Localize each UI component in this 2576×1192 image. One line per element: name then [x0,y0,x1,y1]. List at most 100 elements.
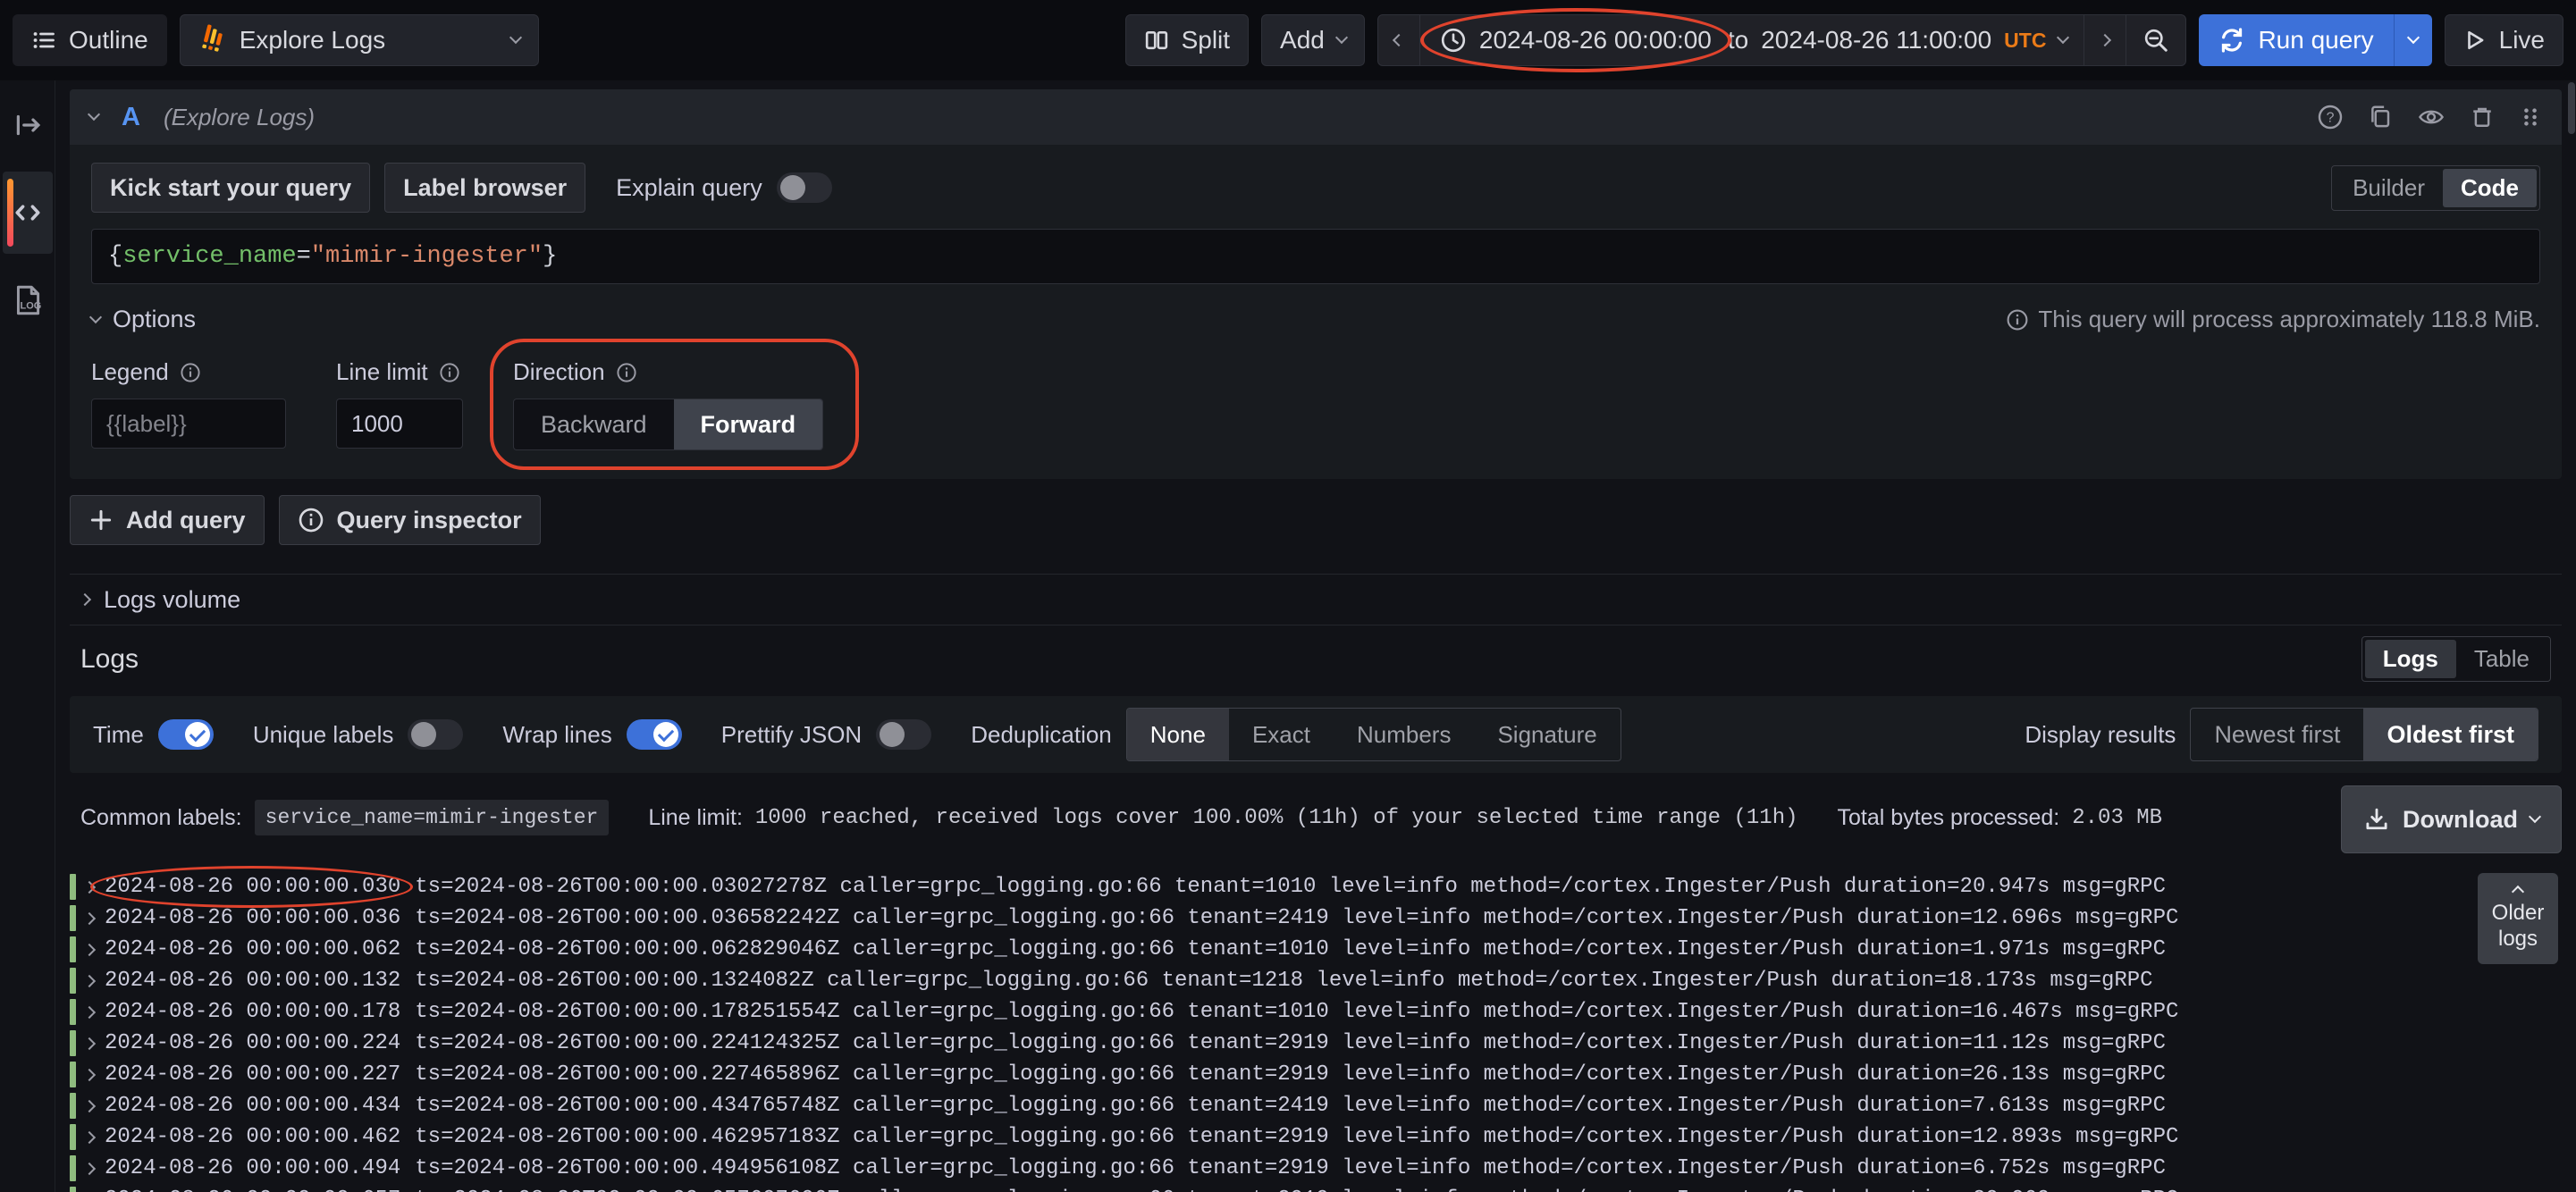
info-circle-icon [298,507,324,533]
query-ref-id: A [122,103,140,132]
older-logs-button[interactable]: Older logs [2478,873,2558,964]
live-label: Live [2499,26,2545,55]
loki-logo-icon [198,24,227,56]
log-row[interactable]: 2024-08-26 00:00:00.062 ts=2024-08-26T00… [70,934,2562,965]
timezone-label: UTC [2004,29,2046,53]
log-timestamp: 2024-08-26 00:00:00.030 [105,875,400,899]
help-icon[interactable]: ? [2317,104,2344,130]
plus-icon [88,508,114,533]
delete-icon[interactable] [2469,104,2496,130]
arrow-to-right-icon [13,110,43,140]
expand-row-icon[interactable] [85,883,94,892]
expand-row-icon[interactable] [85,1164,94,1173]
app-picker-dropdown[interactable]: Explore Logs [180,14,539,66]
logs-view-tab[interactable]: Logs [2365,640,2456,678]
expand-row-icon[interactable] [85,1039,94,1048]
direction-forward-option[interactable]: Forward [674,399,823,449]
line-limit-meta-label: Line limit: [648,805,743,831]
direction-backward-option[interactable]: Backward [514,399,674,449]
expand-row-icon[interactable] [85,1102,94,1111]
time-shift-forward-button[interactable] [2084,15,2126,65]
logs-volume-section[interactable]: Logs volume [70,574,2562,625]
log-level-bar [70,968,76,994]
line-limit-input[interactable] [336,399,463,449]
log-level-bar [70,1155,76,1181]
zoom-out-icon [2142,27,2169,54]
info-icon [439,362,460,383]
code-brackets-icon [12,197,44,229]
copy-icon[interactable] [2367,104,2394,130]
builder-mode-tab[interactable]: Builder [2335,169,2443,207]
expand-pane-button[interactable] [3,100,53,150]
log-file-icon: LOG [11,283,45,317]
sidebar-item-logs-file[interactable]: LOG [3,275,53,325]
chevron-down-icon [2057,31,2069,44]
log-level-bar [70,1030,76,1056]
log-row[interactable]: 2024-08-26 00:00:00.434 ts=2024-08-26T00… [70,1090,2562,1121]
prettify-json-toggle[interactable] [876,719,931,750]
kick-start-button[interactable]: Kick start your query [91,163,370,213]
expand-row-icon[interactable] [85,1133,94,1142]
expand-row-icon[interactable] [85,1008,94,1017]
run-query-button[interactable]: Run query [2199,14,2393,66]
common-labels-group: Common labels: service_name=mimir-ingest… [80,800,609,835]
drag-handle-icon[interactable] [2519,104,2542,130]
query-expression-input[interactable]: {service_name="mimir-ingester"} [91,229,2540,284]
split-label: Split [1182,26,1230,55]
log-timestamp-wrap: 2024-08-26 00:00:00.030 [105,875,400,899]
dedup-exact-option[interactable]: Exact [1229,709,1334,760]
collapse-query-icon[interactable] [88,108,100,121]
outline-button[interactable]: Outline [13,14,167,66]
expand-row-icon[interactable] [85,945,94,954]
dedup-numbers-option[interactable]: Numbers [1334,709,1474,760]
explain-query-toggle[interactable] [777,172,832,203]
log-row[interactable]: 2024-08-26 00:00:00.657 ts=2024-08-26T00… [70,1184,2562,1192]
eye-icon[interactable] [2417,104,2446,130]
log-row[interactable]: 2024-08-26 00:00:00.178 ts=2024-08-26T00… [70,996,2562,1028]
log-timestamp: 2024-08-26 00:00:00.657 [105,1188,400,1192]
sidebar-item-explore[interactable] [3,172,53,254]
add-query-label: Add query [126,507,246,534]
newest-first-option[interactable]: Newest first [2191,709,2363,760]
query-row-header[interactable]: A (Explore Logs) ? [70,89,2562,145]
table-view-tab[interactable]: Table [2456,640,2547,678]
expand-row-icon[interactable] [85,1070,94,1079]
query-context-label: (Explore Logs) [164,104,315,131]
code-mode-tab[interactable]: Code [2443,169,2537,207]
query-inspector-button[interactable]: Query inspector [279,495,541,545]
prettify-json-toggle-label: Prettify JSON [721,721,862,749]
label-browser-button[interactable]: Label browser [384,163,585,213]
logs-view-switcher: Logs Table [2361,636,2551,682]
download-button[interactable]: Download [2341,785,2562,853]
wrap-lines-toggle[interactable] [627,719,682,750]
time-zoom-out-button[interactable] [2126,15,2185,65]
deduplication-label: Deduplication [971,721,1112,749]
log-row[interactable]: 2024-08-26 00:00:00.227 ts=2024-08-26T00… [70,1059,2562,1090]
expand-row-icon[interactable] [85,914,94,923]
time-range-button[interactable]: 2024-08-26 00:00:00 to 2024-08-26 11:00:… [1419,15,2084,65]
time-shift-back-button[interactable] [1378,15,1419,65]
legend-input[interactable] [91,399,286,449]
unique-labels-toggle[interactable] [408,719,463,750]
run-query-caret-button[interactable] [2394,14,2432,66]
split-button[interactable]: Split [1125,14,1249,66]
log-row[interactable]: 2024-08-26 00:00:00.494 ts=2024-08-26T00… [70,1153,2562,1184]
dedup-none-option[interactable]: None [1127,709,1229,760]
log-row[interactable]: 2024-08-26 00:00:00.132 ts=2024-08-26T00… [70,965,2562,996]
log-row[interactable]: 2024-08-26 00:00:00.462 ts=2024-08-26T00… [70,1121,2562,1153]
deduplication-options: None Exact Numbers Signature [1126,708,1621,761]
log-row[interactable]: 2024-08-26 00:00:00.224 ts=2024-08-26T00… [70,1028,2562,1059]
add-dropdown-button[interactable]: Add [1261,14,1365,66]
sync-icon [2218,27,2245,54]
live-button[interactable]: Live [2445,14,2563,66]
expr-label-name: service_name [122,243,296,270]
time-toggle[interactable] [158,719,214,750]
query-editor-panel: A (Explore Logs) ? [70,89,2562,479]
expand-row-icon[interactable] [85,977,94,986]
log-row[interactable]: 2024-08-26 00:00:00.030 ts=2024-08-26T00… [70,871,2562,902]
oldest-first-option[interactable]: Oldest first [2363,709,2538,760]
add-query-button[interactable]: Add query [70,495,265,545]
dedup-signature-option[interactable]: Signature [1474,709,1620,760]
log-row[interactable]: 2024-08-26 00:00:00.036 ts=2024-08-26T00… [70,902,2562,934]
log-level-bar [70,874,76,900]
